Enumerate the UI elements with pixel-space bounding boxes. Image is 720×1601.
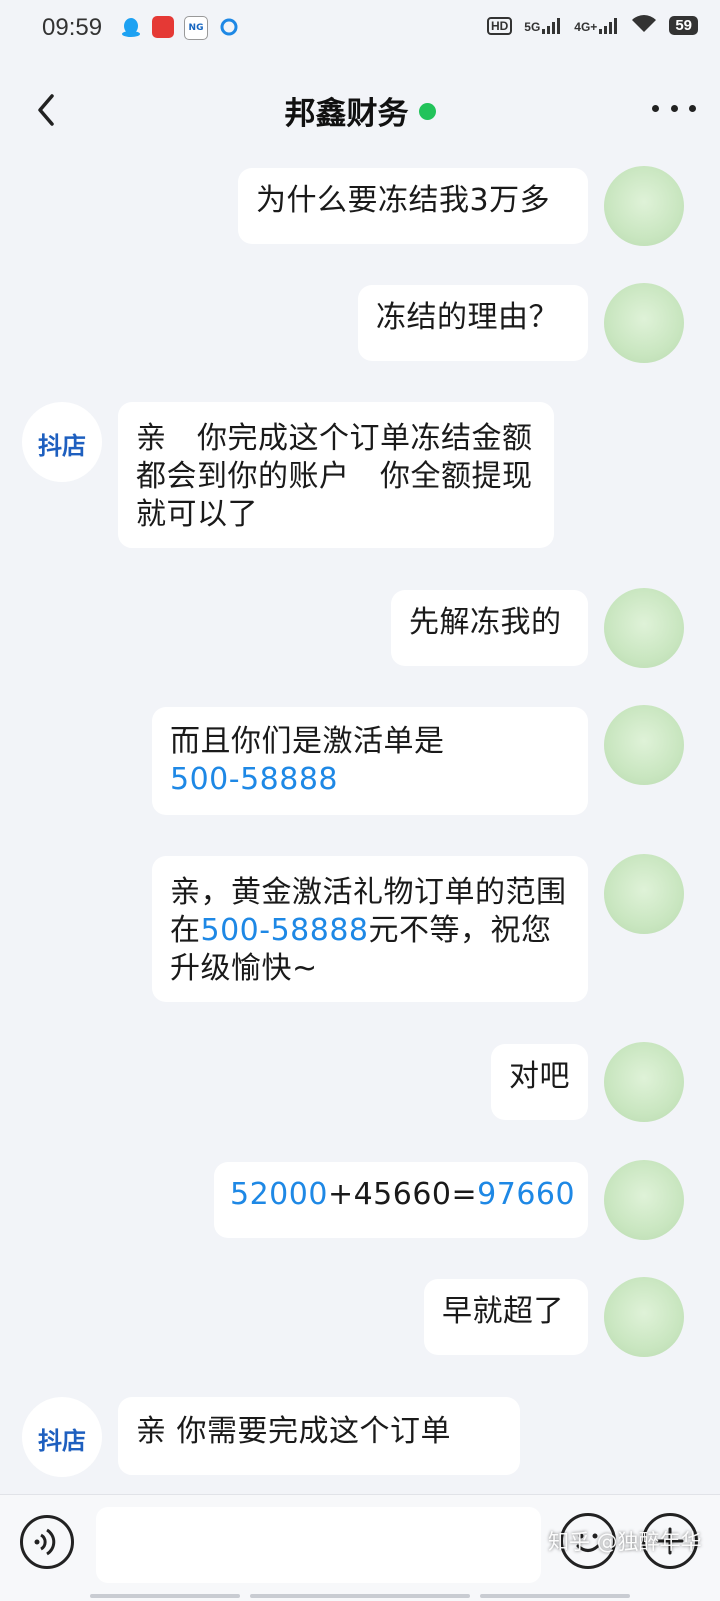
nav-hint bbox=[0, 1590, 720, 1600]
user-avatar[interactable] bbox=[604, 1042, 684, 1122]
nav-line bbox=[480, 1594, 630, 1598]
more-dot bbox=[670, 104, 678, 112]
message-bubble[interactable]: 而且你们是激活单是 500-58888 bbox=[152, 707, 588, 815]
message-link[interactable]: 500-58888 bbox=[170, 762, 338, 797]
message-bubble[interactable]: 为什么要冻结我3万多 bbox=[238, 168, 588, 244]
user-avatar[interactable] bbox=[604, 854, 684, 934]
signal-4g-icon: 4G+ bbox=[574, 17, 619, 34]
system-status-icons: HD 5G 4G+ 59 bbox=[486, 14, 698, 37]
message-bubble[interactable]: 先解冻我的 bbox=[391, 590, 588, 666]
voice-input-button[interactable] bbox=[20, 1515, 74, 1569]
user-avatar[interactable] bbox=[604, 166, 684, 246]
message-link[interactable]: 52000 bbox=[230, 1177, 328, 1212]
signal-5g-icon: 5G bbox=[524, 17, 562, 34]
nav-line bbox=[250, 1594, 470, 1598]
user-avatar[interactable] bbox=[604, 1277, 684, 1357]
user-avatar[interactable] bbox=[604, 588, 684, 668]
message-text: 亲 你完成这个订单冻结金额都会到你的账户 你全额提现就可以了 bbox=[136, 421, 533, 532]
status-bar: 09:59 NG HD 5G 4G+ 59 bbox=[0, 0, 720, 58]
message-input[interactable] bbox=[96, 1507, 541, 1583]
more-dot bbox=[689, 104, 696, 112]
message-text: 早就超了 bbox=[442, 1294, 564, 1329]
contact-name: 邦鑫财务 bbox=[284, 96, 409, 132]
user-avatar[interactable] bbox=[604, 283, 684, 363]
chat-title: 邦鑫财务 bbox=[0, 88, 720, 133]
shop-avatar-label: 抖店 bbox=[38, 1427, 86, 1455]
user-avatar[interactable] bbox=[604, 705, 684, 785]
message-bubble[interactable]: 对吧 bbox=[491, 1044, 588, 1120]
more-options-button[interactable] bbox=[652, 96, 696, 120]
message-text: 冻结的理由？ bbox=[376, 300, 559, 335]
message-bubble[interactable]: 早就超了 bbox=[424, 1279, 588, 1355]
message-text: 而且你们是激活单是 bbox=[170, 724, 445, 759]
hd-indicator: HD bbox=[486, 16, 513, 35]
message-bubble[interactable]: 52000+45660=97660 bbox=[214, 1162, 588, 1238]
ng-app-icon: NG bbox=[184, 16, 208, 40]
message-bubble[interactable]: 亲 你完成这个订单冻结金额都会到你的账户 你全额提现就可以了 bbox=[118, 402, 554, 548]
battery-indicator: 59 bbox=[669, 16, 698, 35]
watermark: 知乎 @独醉年华 bbox=[548, 1530, 702, 1554]
message-link[interactable]: 500-58888 bbox=[201, 913, 369, 948]
message-text: 为什么要冻结我3万多 bbox=[256, 183, 551, 218]
news-app-icon bbox=[152, 16, 174, 38]
status-time: 09:59 bbox=[42, 14, 103, 41]
message-bubble[interactable]: 亲，黄金激活礼物订单的范围在500-58888元不等，祝您升级愉快~ bbox=[152, 856, 588, 1002]
chat-header: 邦鑫财务 bbox=[0, 78, 720, 148]
browser-icon bbox=[218, 16, 240, 38]
message-text: 对吧 bbox=[509, 1059, 570, 1094]
nav-line bbox=[90, 1594, 240, 1598]
shop-avatar[interactable]: 抖店 bbox=[22, 402, 102, 482]
wifi-icon bbox=[631, 14, 657, 37]
message-bubble[interactable]: 亲 你需要完成这个订单 bbox=[118, 1397, 520, 1475]
message-bubble[interactable]: 冻结的理由？ bbox=[358, 285, 588, 361]
notification-icons: NG bbox=[120, 16, 240, 40]
shop-avatar-label: 抖店 bbox=[38, 432, 86, 460]
user-avatar[interactable] bbox=[604, 1160, 684, 1240]
message-link[interactable]: 97660 bbox=[477, 1177, 575, 1212]
voice-icon bbox=[34, 1528, 56, 1556]
message-text: 先解冻我的 bbox=[409, 605, 562, 640]
more-dot bbox=[652, 104, 659, 112]
qq-icon bbox=[120, 16, 142, 38]
message-text: 亲 你需要完成这个订单 bbox=[136, 1414, 452, 1449]
online-status-dot bbox=[418, 103, 436, 120]
shop-avatar[interactable]: 抖店 bbox=[22, 1397, 102, 1477]
message-text: +45660= bbox=[327, 1177, 478, 1212]
